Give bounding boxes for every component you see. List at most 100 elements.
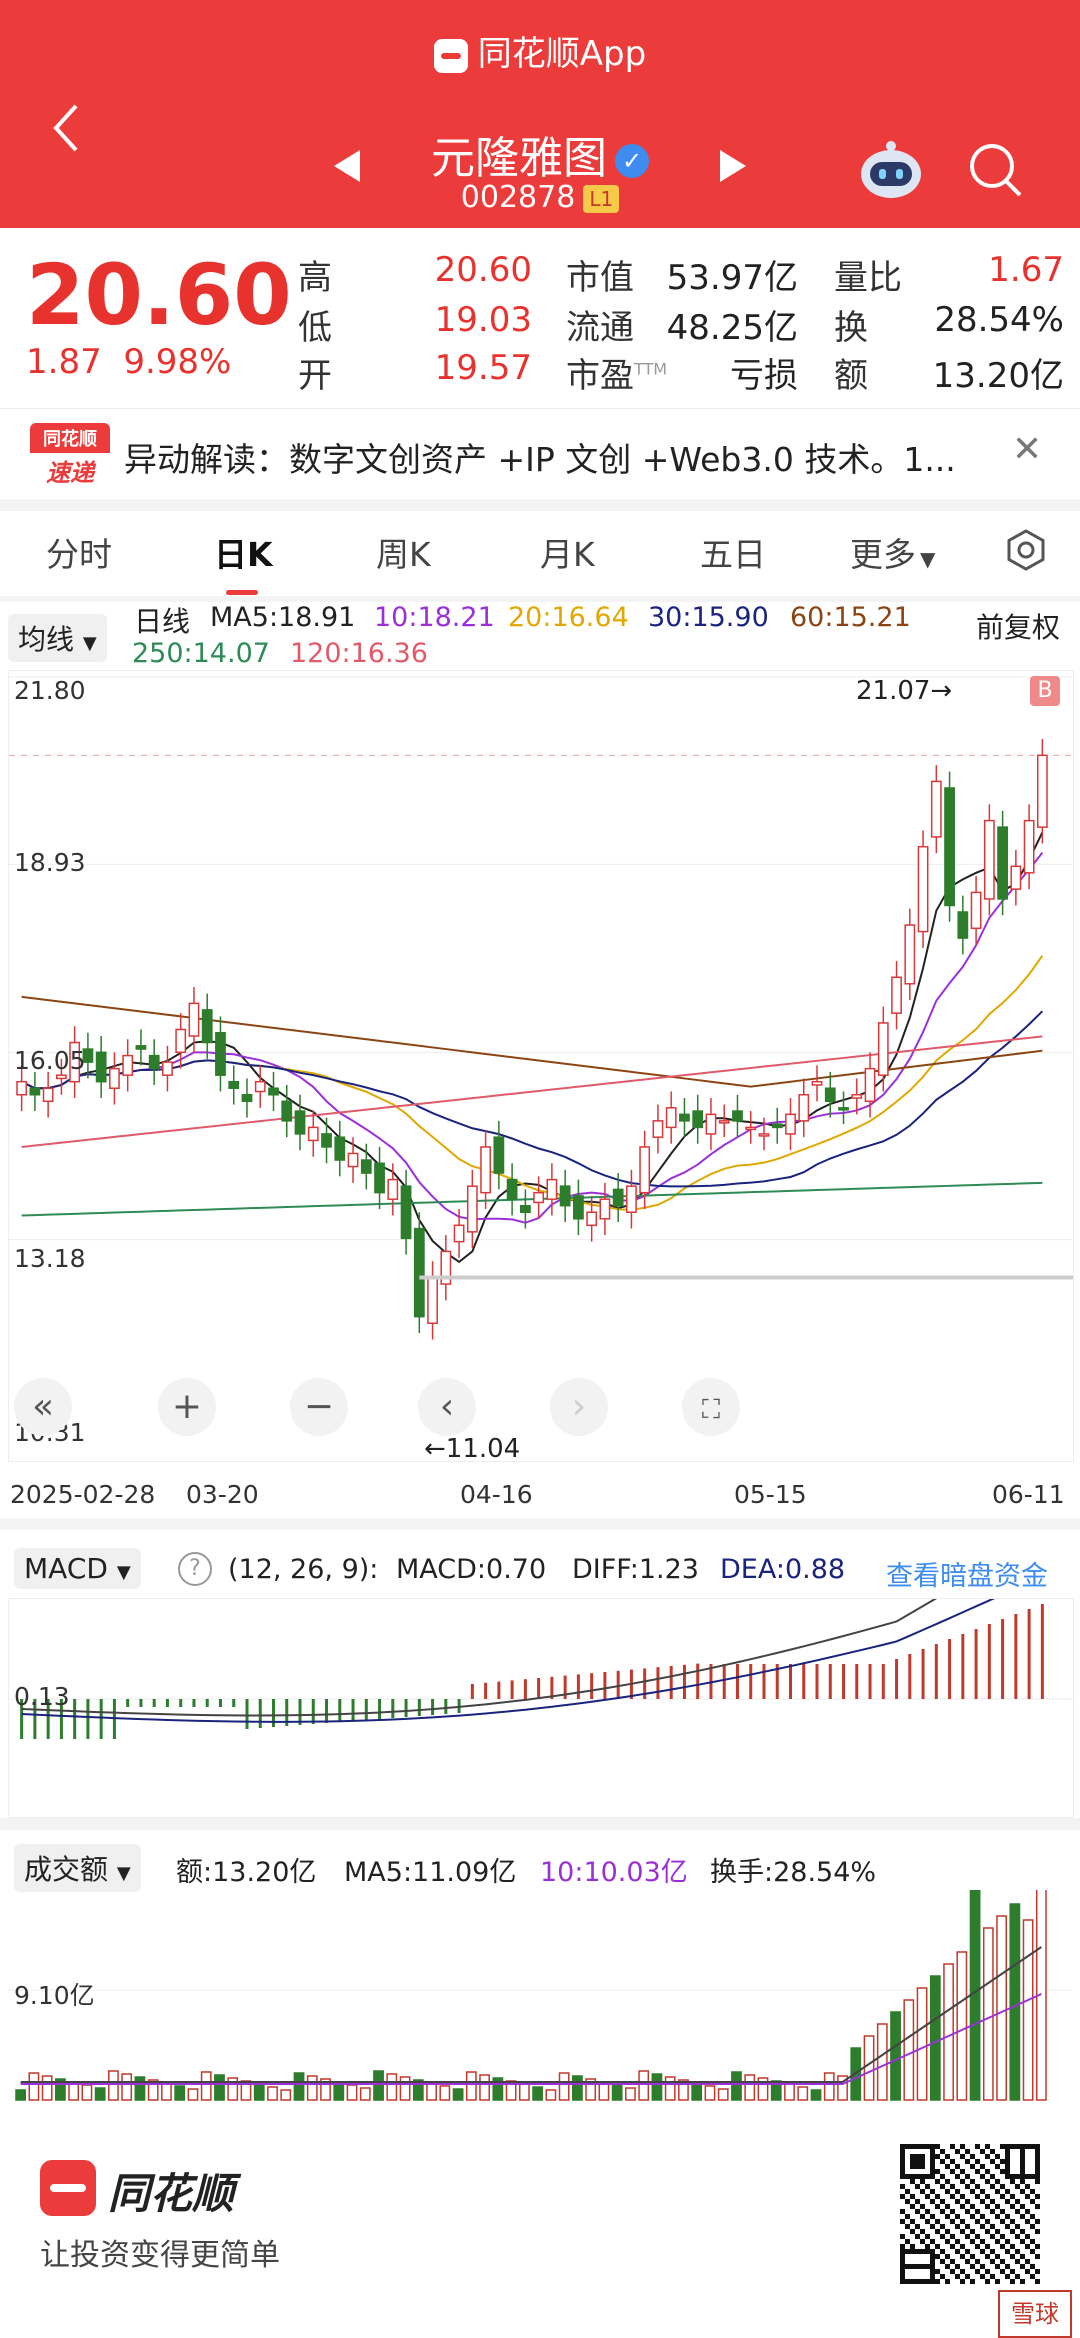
indicator-select[interactable]: 均线 ▼ — [8, 614, 107, 662]
y-tick-3: 16.05 — [14, 1046, 86, 1075]
qr-module — [940, 2159, 945, 2164]
qr-module — [990, 2184, 995, 2189]
qr-module — [1010, 2254, 1015, 2259]
volume-bar — [293, 2072, 305, 2101]
volume-bar — [744, 2074, 756, 2101]
adjust-mode-button[interactable]: 前复权 — [976, 606, 1060, 646]
volume-bar — [532, 2086, 544, 2101]
qr-module — [1015, 2199, 1020, 2204]
qr-module — [1035, 2174, 1040, 2179]
qr-module — [930, 2254, 935, 2259]
candle — [970, 891, 982, 930]
qr-module — [935, 2219, 940, 2224]
dropdown-icon: ▼ — [116, 1562, 131, 1583]
triangle-right-icon — [720, 150, 746, 182]
qr-module — [930, 2149, 935, 2154]
qr-module — [955, 2249, 960, 2254]
qr-module — [925, 2264, 930, 2269]
tab-daily-k[interactable]: 日K — [214, 528, 273, 576]
qr-module — [995, 2229, 1000, 2234]
app-title-bar: 同花顺App — [0, 26, 1080, 75]
macd-chart-area[interactable] — [8, 1534, 1074, 1818]
tab-more[interactable]: 更多 ▼ — [850, 528, 935, 576]
candle — [427, 1276, 438, 1324]
qr-module — [910, 2159, 915, 2164]
qr-module — [990, 2234, 995, 2239]
qr-module — [920, 2239, 925, 2244]
qr-module — [1030, 2264, 1035, 2269]
qr-module — [1005, 2264, 1010, 2269]
tab-five-day[interactable]: 五日 — [700, 528, 766, 576]
diff-line — [21, 1534, 1043, 1717]
volume-bar — [426, 2082, 437, 2101]
ma30-line — [21, 1010, 1044, 1188]
buy-marker[interactable]: B — [1030, 676, 1060, 706]
qr-module — [940, 2274, 945, 2279]
fullscreen-button[interactable]: ⛶ — [682, 1378, 740, 1436]
zoom-out-button[interactable]: − — [290, 1378, 348, 1436]
volume-bar — [81, 2084, 93, 2101]
qr-module — [975, 2144, 980, 2149]
settings-button[interactable] — [1004, 528, 1048, 576]
qr-module — [995, 2279, 1000, 2284]
help-icon[interactable]: ? — [178, 1552, 212, 1586]
current-price: 20.60 — [26, 246, 292, 344]
news-banner[interactable]: 同花顺 速递 异动解读：数字文创资产 +IP 文创 +Web3.0 技术。1..… — [0, 408, 1080, 511]
qr-module — [980, 2174, 985, 2179]
volume-bar — [956, 1951, 968, 2101]
qr-module — [975, 2209, 980, 2214]
candle — [162, 1061, 173, 1076]
qr-module — [950, 2184, 955, 2189]
qr-module — [1030, 2274, 1035, 2279]
qr-module — [950, 2244, 955, 2249]
qr-module — [970, 2154, 975, 2159]
tab-weekly-k[interactable]: 周K — [376, 528, 431, 576]
qr-module — [965, 2199, 970, 2204]
volume-bar — [943, 1963, 954, 2101]
volume-select[interactable]: 成交额 ▼ — [14, 1844, 141, 1892]
qr-module — [1015, 2224, 1020, 2229]
candle — [626, 1185, 637, 1213]
qr-module — [915, 2174, 920, 2179]
tab-intraday[interactable]: 分时 — [46, 528, 112, 576]
dropdown-icon: ▼ — [920, 547, 936, 571]
close-icon[interactable]: ✕ — [1012, 429, 1042, 470]
qr-module — [955, 2164, 960, 2169]
qr-module — [970, 2239, 975, 2244]
next-stock-button[interactable] — [718, 148, 748, 188]
macd-select[interactable]: MACD ▼ — [14, 1548, 141, 1589]
zoom-in-button[interactable]: + — [158, 1378, 216, 1436]
candle — [904, 924, 916, 985]
qr-module — [900, 2254, 905, 2259]
qr-module — [1015, 2209, 1020, 2214]
qr-module — [1030, 2214, 1035, 2219]
qr-module — [900, 2259, 905, 2264]
volume-chart-area[interactable] — [8, 1879, 1072, 2102]
dark-pool-link[interactable]: 查看暗盘资金 — [886, 1554, 1048, 1593]
qr-module — [990, 2159, 995, 2164]
y-tick-4: 13.18 — [14, 1244, 86, 1273]
tab-monthly-k[interactable]: 月K — [540, 528, 595, 576]
qr-module — [1010, 2204, 1015, 2209]
qr-module — [925, 2174, 930, 2179]
qr-module — [945, 2189, 950, 2194]
qr-module — [940, 2249, 945, 2254]
qr-module — [955, 2199, 960, 2204]
scroll-left-button[interactable]: ‹ — [418, 1378, 476, 1436]
qr-module — [1000, 2144, 1005, 2149]
qr-module — [900, 2234, 905, 2239]
qr-module — [920, 2159, 925, 2164]
qr-module — [1020, 2254, 1025, 2259]
kline-chart-area[interactable] — [8, 670, 1074, 1462]
qr-module — [960, 2154, 965, 2159]
volume-bar — [465, 2071, 477, 2101]
zoom-out-full-button[interactable]: « — [14, 1378, 72, 1436]
change-amount: 1.87 — [26, 342, 102, 382]
turnover-value: 28.54% — [934, 300, 1064, 340]
search-button[interactable] — [966, 140, 1026, 204]
scroll-right-button[interactable]: › — [550, 1378, 608, 1436]
qr-module — [985, 2279, 990, 2284]
qr-module — [925, 2209, 930, 2214]
robot-assistant-button[interactable] — [858, 138, 924, 204]
qr-module — [905, 2214, 910, 2219]
